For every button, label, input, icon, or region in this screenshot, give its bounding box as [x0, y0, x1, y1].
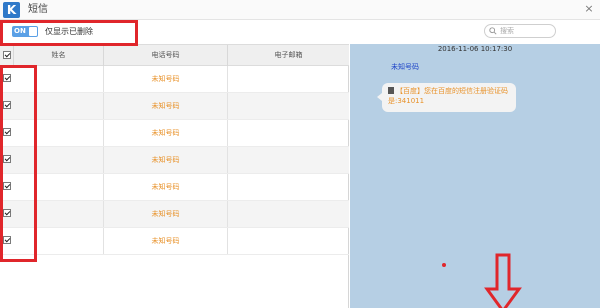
show-deleted-toggle[interactable]: ON [12, 26, 38, 37]
phone-cell: 未知号码 [104, 201, 228, 227]
email-cell [228, 120, 349, 146]
email-cell [228, 93, 349, 119]
name-cell [14, 174, 104, 200]
app-logo-icon: K [3, 2, 20, 18]
table-row[interactable]: 未知号码 [0, 228, 349, 255]
message-timestamp: 2016-11-06 10:17:30 [437, 45, 513, 53]
message-list-panel: 姓名 电话号码 电子邮箱 未知号码 未知号码 未知号码 未知号码 未知号码 未知… [0, 44, 349, 308]
row-checkbox[interactable] [3, 128, 11, 136]
row-checkbox[interactable] [3, 236, 11, 244]
email-cell [228, 228, 349, 254]
row-checkbox[interactable] [3, 155, 11, 163]
row-checkbox[interactable] [3, 74, 11, 82]
row-checkbox[interactable] [3, 101, 11, 109]
red-dot-marker [442, 263, 446, 267]
show-deleted-label: 仅显示已删除 [45, 27, 93, 36]
select-all-checkbox[interactable] [3, 51, 11, 59]
phone-cell: 未知号码 [104, 66, 228, 92]
toggle-knob [29, 27, 37, 36]
row-checkbox[interactable] [3, 209, 11, 217]
column-header-name[interactable]: 姓名 [14, 45, 104, 67]
down-arrow-icon [484, 253, 522, 308]
name-cell [14, 201, 104, 227]
name-cell [14, 120, 104, 146]
phone-cell: 未知号码 [104, 228, 228, 254]
toolbar: ON 仅显示已删除 [0, 20, 600, 44]
phone-cell: 未知号码 [104, 174, 228, 200]
header-select-all-cell [0, 45, 14, 67]
message-sender: 未知号码 [391, 63, 419, 71]
table-row[interactable]: 未知号码 [0, 66, 349, 93]
search-icon [489, 27, 497, 35]
email-cell [228, 66, 349, 92]
title-bar: K 短信 × [0, 0, 600, 20]
table-row[interactable]: 未知号码 [0, 147, 349, 174]
phone-cell: 未知号码 [104, 120, 228, 146]
table-row[interactable]: 未知号码 [0, 120, 349, 147]
search-input[interactable] [500, 26, 552, 36]
message-bubble: 【百度】您在百度的短信注册验证码是:341011 [377, 83, 516, 112]
bubble-tail [377, 93, 382, 101]
toggle-label: ON [14, 27, 26, 35]
window-title: 短信 [28, 4, 48, 15]
row-checkbox[interactable] [3, 182, 11, 190]
email-cell [228, 174, 349, 200]
table-row[interactable]: 未知号码 [0, 201, 349, 228]
search-box[interactable] [484, 24, 556, 38]
table-header: 姓名 电话号码 电子邮箱 [0, 44, 349, 67]
column-header-email[interactable]: 电子邮箱 [228, 45, 349, 67]
phone-cell: 未知号码 [104, 93, 228, 119]
column-header-phone[interactable]: 电话号码 [104, 45, 228, 67]
name-cell [14, 228, 104, 254]
phone-cell: 未知号码 [104, 147, 228, 173]
email-cell [228, 201, 349, 227]
name-cell [14, 66, 104, 92]
table-row[interactable]: 未知号码 [0, 174, 349, 201]
email-cell [228, 147, 349, 173]
name-cell [14, 93, 104, 119]
name-cell [14, 147, 104, 173]
conversation-panel: 2016-11-06 10:17:30 未知号码 【百度】您在百度的短信注册验证… [350, 44, 600, 308]
sms-icon [388, 87, 394, 94]
message-text: 【百度】您在百度的短信注册验证码是:341011 [388, 87, 508, 105]
close-button[interactable]: × [583, 3, 595, 15]
table-row[interactable]: 未知号码 [0, 93, 349, 120]
